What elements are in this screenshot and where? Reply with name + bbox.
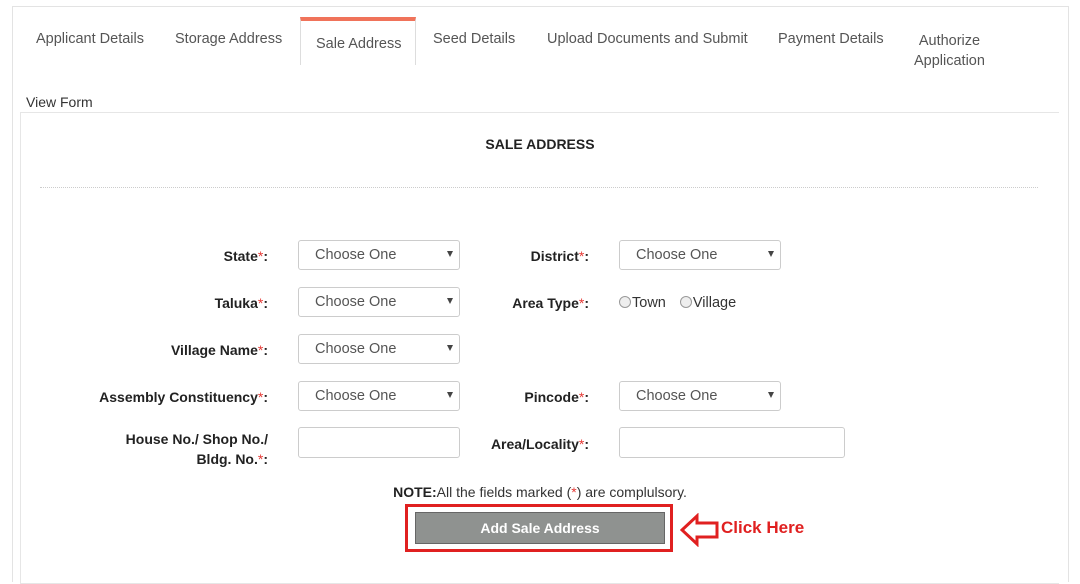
tab-label: Storage Address [175, 31, 283, 47]
pincode-label: Pincode*: [524, 389, 589, 405]
tab-label: Sale Address [316, 36, 402, 52]
village-name-select-value: Choose One [315, 341, 397, 357]
chevron-down-icon [447, 251, 453, 257]
taluka-select[interactable]: Choose One [298, 287, 460, 317]
district-select-value: Choose One [636, 247, 718, 263]
house-no-label: House No./ Shop No./ Bldg. No.*: [125, 431, 268, 467]
district-select[interactable]: Choose One [619, 240, 781, 270]
tab-bar: Applicant Details Storage Address Sale A… [13, 7, 1068, 69]
assembly-constituency-select[interactable]: Choose One [298, 381, 460, 411]
village-radio-label: Village [692, 295, 737, 311]
tab-label: Upload Documents and Submit [547, 31, 748, 47]
town-radio[interactable] [619, 296, 631, 308]
tab-seed-details[interactable]: Seed Details [433, 31, 515, 47]
pincode-select[interactable]: Choose One [619, 381, 781, 411]
add-sale-address-button[interactable]: Add Sale Address [415, 512, 665, 544]
view-form-legend: View Form [26, 94, 93, 110]
arrow-left-icon [680, 513, 719, 547]
area-type-label: Area Type*: [512, 295, 589, 311]
section-title: SALE ADDRESS [485, 136, 595, 152]
village-name-label: Village Name*: [170, 342, 268, 358]
state-select[interactable]: Choose One [298, 240, 460, 270]
area-type-radio-group: Town Village [619, 295, 736, 311]
village-radio[interactable] [679, 296, 692, 308]
chevron-down-icon [447, 392, 453, 398]
tab-sale-address[interactable]: Sale Address [300, 17, 416, 65]
chevron-down-icon [768, 251, 774, 257]
taluka-label: Taluka*: [214, 295, 268, 311]
district-label: District*: [530, 248, 589, 264]
tab-storage-address[interactable]: Storage Address [175, 31, 282, 47]
chevron-down-icon [447, 298, 453, 304]
tab-applicant-details[interactable]: Applicant Details [36, 31, 144, 47]
house-no-input[interactable] [298, 427, 460, 458]
town-radio-label: Town [632, 295, 666, 311]
village-name-select[interactable]: Choose One [298, 334, 460, 364]
tab-label: Seed Details [433, 31, 516, 47]
click-here-annotation: Click Here [721, 518, 805, 537]
area-locality-label: Area/Locality*: [490, 436, 589, 452]
chevron-down-icon [768, 392, 774, 398]
pincode-select-value: Choose One [636, 388, 718, 404]
state-label: State*: [223, 248, 268, 264]
tab-label: Authorize [918, 33, 981, 49]
assembly-constituency-label: Assembly Constituency*: [99, 389, 268, 405]
chevron-down-icon [447, 345, 453, 351]
tab-label: Application [914, 53, 985, 69]
divider [40, 187, 1038, 188]
state-select-value: Choose One [315, 247, 397, 263]
tab-label: Payment Details [778, 31, 884, 47]
compulsory-note: NOTE:All the fields marked (*) are compl… [393, 484, 687, 500]
tab-upload-documents[interactable]: Upload Documents and Submit [547, 31, 748, 47]
assembly-select-value: Choose One [315, 388, 397, 404]
taluka-select-value: Choose One [315, 294, 397, 310]
tab-payment-details[interactable]: Payment Details [778, 31, 884, 47]
area-locality-input[interactable] [619, 427, 845, 458]
tab-label: Applicant Details [36, 31, 144, 47]
tab-authorize-application[interactable]: Authorize Application [914, 31, 985, 71]
